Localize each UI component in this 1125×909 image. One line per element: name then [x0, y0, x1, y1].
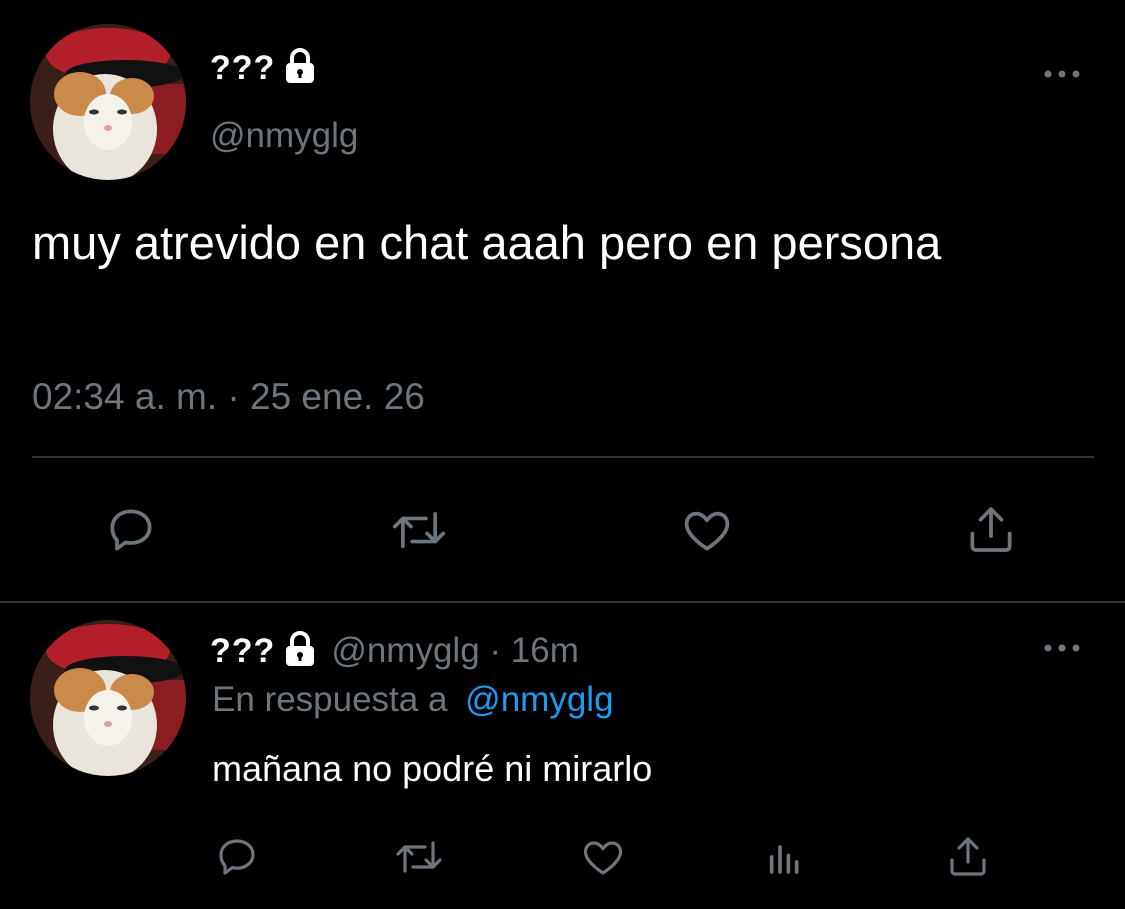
more-horizontal-icon[interactable] [1040, 64, 1084, 84]
share-icon [970, 507, 1012, 552]
lock-icon [283, 47, 317, 89]
analytics-button[interactable] [758, 830, 812, 884]
tweet-text: muy atrevido en chat aaah pero en person… [32, 216, 942, 269]
display-name[interactable]: ??? [210, 49, 275, 88]
like-icon [684, 511, 730, 551]
divider [32, 456, 1094, 458]
tweet-text: mañana no podré ni mirarlo [212, 748, 653, 789]
share-button[interactable] [940, 828, 996, 884]
like-button[interactable] [576, 830, 630, 884]
replying-to-link[interactable]: @nmyglg [465, 680, 613, 719]
cat-photo-icon [30, 24, 186, 180]
replying-prefix: En respuesta a [212, 680, 448, 719]
analytics-icon [769, 845, 799, 874]
like-icon [583, 841, 623, 875]
share-icon [950, 837, 986, 876]
like-button[interactable] [676, 500, 738, 560]
reply-icon [110, 509, 152, 551]
retweet-icon [396, 841, 442, 873]
display-name[interactable]: ??? [210, 632, 275, 671]
share-button[interactable] [960, 498, 1022, 560]
reply-button[interactable] [100, 500, 162, 560]
lock-icon [283, 630, 317, 672]
cat-photo-icon [30, 620, 186, 776]
reply-button[interactable] [210, 830, 264, 884]
tweet-timestamp[interactable]: 02:34 a. m. · 25 ene. 26 [32, 376, 425, 418]
handle-and-time[interactable]: @nmyglg · 16m [331, 631, 579, 671]
handle[interactable]: @nmyglg [210, 116, 358, 156]
retweet-icon [392, 511, 446, 548]
more-horizontal-icon[interactable] [1040, 638, 1084, 658]
avatar[interactable] [30, 24, 186, 180]
avatar[interactable] [30, 620, 186, 776]
tweet-separator [0, 601, 1125, 603]
retweet-button[interactable] [392, 830, 446, 884]
reply-icon [219, 839, 255, 875]
replying-to: En respuesta a @nmyglg [212, 680, 614, 720]
retweet-button[interactable] [388, 500, 450, 560]
